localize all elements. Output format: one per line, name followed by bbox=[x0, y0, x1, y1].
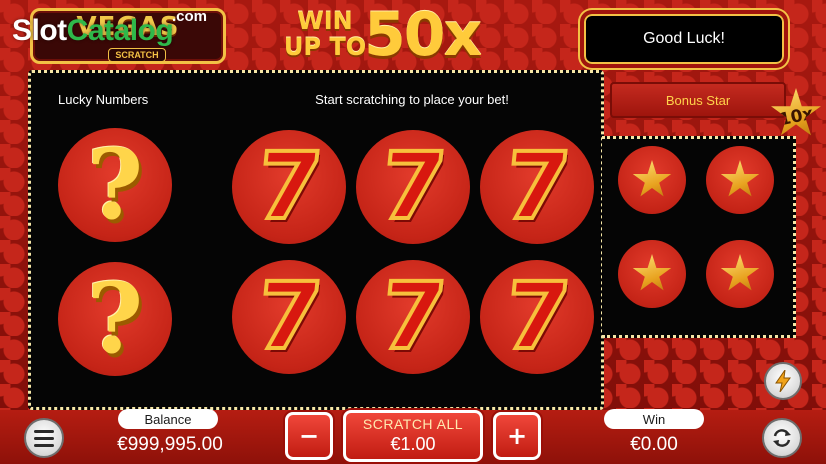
menu-button[interactable] bbox=[24, 418, 64, 458]
bonus-star-cell[interactable] bbox=[706, 240, 774, 308]
win-value: €0.00 bbox=[630, 434, 678, 455]
scratch-cell[interactable]: 7 bbox=[480, 130, 594, 244]
repeat-icon bbox=[773, 429, 791, 447]
watermark-tld: .com bbox=[172, 8, 208, 25]
lucky-number-cell[interactable]: ? bbox=[58, 128, 172, 242]
seven-icon: 7 bbox=[497, 261, 576, 372]
message-text: Good Luck! bbox=[643, 30, 725, 47]
watermark: SlotCatalog bbox=[12, 14, 174, 48]
promo-text: WIN UP TO bbox=[283, 7, 367, 61]
balance-value: €999,995.00 bbox=[117, 434, 223, 455]
star-icon bbox=[632, 160, 672, 197]
balance-label-text: Balance bbox=[144, 411, 192, 427]
menu-icon bbox=[34, 429, 54, 447]
star-icon bbox=[720, 160, 760, 197]
message-panel: Good Luck! bbox=[580, 10, 788, 68]
balance-label: Balance bbox=[118, 409, 218, 429]
star-icon bbox=[720, 254, 760, 291]
bonus-star-label: Bonus Star bbox=[665, 92, 731, 108]
scratch-cell[interactable]: 7 bbox=[356, 130, 470, 244]
star-icon bbox=[632, 254, 672, 291]
minus-icon: − bbox=[298, 422, 320, 450]
bonus-star-cell[interactable] bbox=[618, 240, 686, 308]
seven-icon: 7 bbox=[373, 261, 452, 372]
bonus-star-cell[interactable] bbox=[706, 146, 774, 214]
watermark-part1: Slot bbox=[12, 14, 67, 47]
scratch-cell[interactable]: 7 bbox=[356, 260, 470, 374]
scratch-cell[interactable]: 7 bbox=[480, 260, 594, 374]
lucky-number-cell[interactable]: ? bbox=[58, 262, 172, 376]
bonus-star-header: Bonus Star bbox=[610, 82, 786, 118]
question-mark-icon: ? bbox=[86, 262, 144, 375]
scratch-cell[interactable]: 7 bbox=[232, 260, 346, 374]
seven-icon: 7 bbox=[249, 131, 328, 242]
scratch-cell[interactable]: 7 bbox=[232, 130, 346, 244]
bet-value: €1.00 bbox=[390, 434, 436, 454]
decrease-bet-button[interactable]: − bbox=[285, 412, 333, 460]
seven-icon: 7 bbox=[497, 131, 576, 242]
bonus-star-cell[interactable] bbox=[618, 146, 686, 214]
seven-icon: 7 bbox=[249, 261, 328, 372]
seven-icon: 7 bbox=[373, 131, 452, 242]
plus-icon: + bbox=[506, 422, 528, 450]
turbo-button[interactable] bbox=[764, 362, 802, 400]
increase-bet-button[interactable]: + bbox=[493, 412, 541, 460]
win-label: Win bbox=[604, 409, 704, 429]
question-mark-icon: ? bbox=[86, 128, 144, 241]
promo-multiplier: 50x bbox=[364, 0, 482, 70]
win-label-text: Win bbox=[642, 411, 666, 427]
game-logo-subtitle: SCRATCH bbox=[108, 48, 166, 62]
lucky-numbers-label: Lucky Numbers bbox=[58, 92, 149, 107]
watermark-part2: Catalog bbox=[66, 14, 174, 47]
autoplay-button[interactable] bbox=[762, 418, 802, 458]
scratch-all-label: SCRATCH ALL bbox=[362, 416, 464, 432]
lightning-icon bbox=[775, 370, 791, 392]
scratch-all-button[interactable]: SCRATCH ALL €1.00 bbox=[343, 410, 483, 462]
instruction-text: Start scratching to place your bet! bbox=[315, 92, 509, 107]
